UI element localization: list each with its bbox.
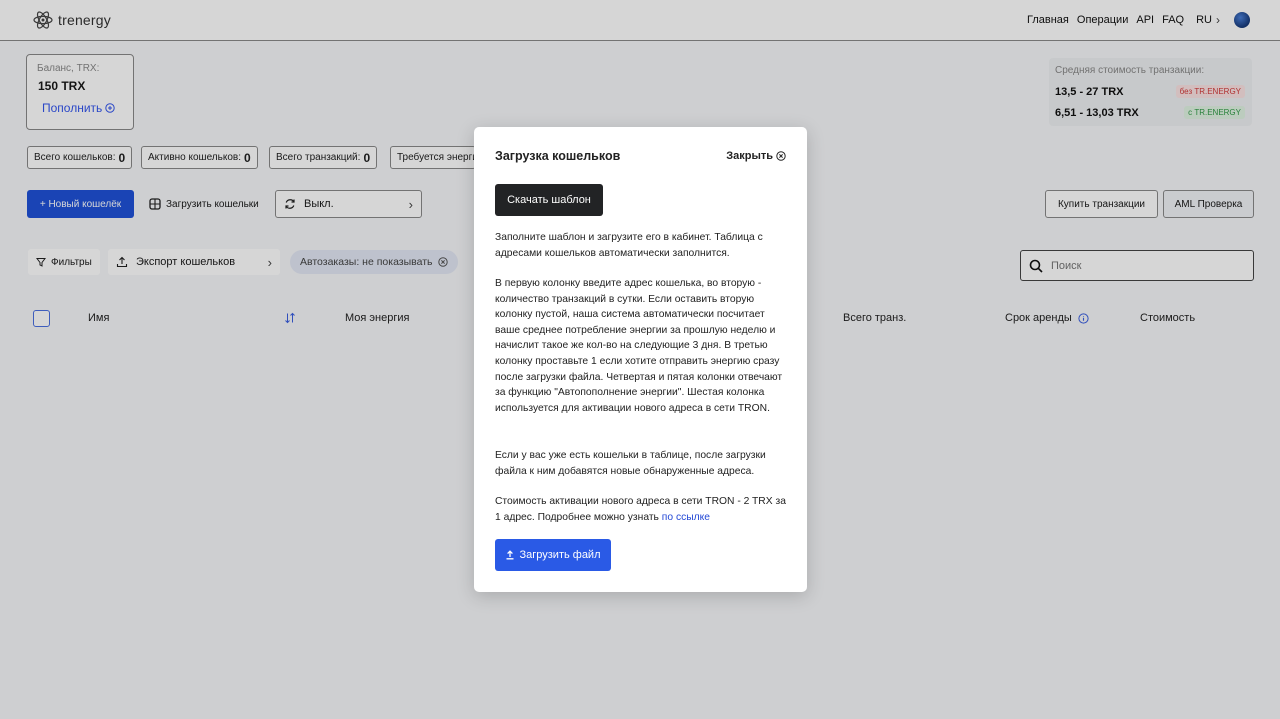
activation-text: Стоимость активации нового адреса в сети… bbox=[495, 496, 786, 523]
download-template-button[interactable]: Скачать шаблон bbox=[495, 184, 603, 216]
upload-file-button[interactable]: Загрузить файл bbox=[495, 539, 611, 571]
upload-icon bbox=[506, 550, 514, 560]
modal-paragraph-existing: Если у вас уже есть кошельки в таблице, … bbox=[495, 450, 766, 477]
modal-close-button[interactable]: Закрыть bbox=[726, 150, 786, 162]
download-template-label: Скачать шаблон bbox=[507, 194, 591, 206]
upload-wallets-modal: Загрузка кошельков Закрыть Скачать шабло… bbox=[474, 127, 807, 592]
modal-paragraph-intro: Заполните шаблон и загрузите его в кабин… bbox=[495, 232, 763, 259]
upload-file-label: Загрузить файл bbox=[519, 549, 601, 561]
close-circle-icon bbox=[776, 151, 786, 161]
modal-paragraph-columns: В первую колонку введите адрес кошелька,… bbox=[495, 278, 783, 414]
details-link[interactable]: по ссылке bbox=[662, 512, 710, 523]
modal-close-label: Закрыть bbox=[726, 150, 773, 162]
modal-paragraph-activation: Стоимость активации нового адреса в сети… bbox=[495, 494, 789, 525]
modal-title: Загрузка кошельков bbox=[495, 149, 621, 163]
